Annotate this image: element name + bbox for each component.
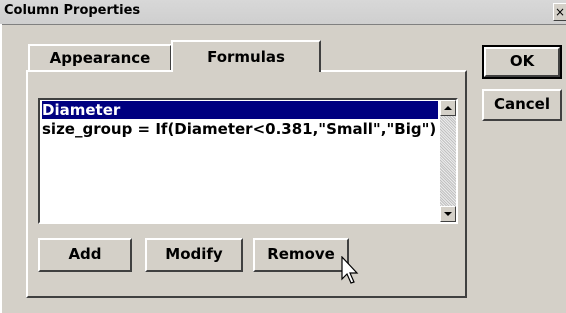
cancel-button-label: Cancel xyxy=(493,95,550,113)
add-button[interactable]: Add xyxy=(38,238,132,272)
tab-formulas-label: Formulas xyxy=(207,48,285,66)
remove-button[interactable]: Remove xyxy=(253,238,349,272)
title-bar[interactable]: Column Properties × xyxy=(0,0,566,25)
arrow-down-icon[interactable] xyxy=(440,206,456,222)
ok-button-label: OK xyxy=(509,52,535,70)
close-icon[interactable]: × xyxy=(553,3,566,21)
tab-appearance-label: Appearance xyxy=(49,49,151,67)
ok-button[interactable]: OK xyxy=(482,45,562,79)
cancel-button[interactable]: Cancel xyxy=(482,89,562,121)
tab-appearance[interactable]: Appearance xyxy=(28,44,172,70)
window-left-edge xyxy=(0,24,2,313)
tab-formulas[interactable]: Formulas xyxy=(171,40,321,72)
mouse-pointer-icon xyxy=(341,256,359,284)
remove-button-label: Remove xyxy=(267,245,335,263)
arrow-up-icon[interactable] xyxy=(440,100,456,116)
modify-button-label: Modify xyxy=(165,245,223,263)
scrollbar-track[interactable] xyxy=(440,116,456,206)
modify-button[interactable]: Modify xyxy=(145,238,243,272)
list-item[interactable]: size_group = If(Diameter<0.381,"Small","… xyxy=(42,120,436,138)
list-item[interactable]: Diameter xyxy=(42,101,438,119)
list-item-text: Diameter xyxy=(42,101,121,119)
list-item-text: size_group = If(Diameter<0.381,"Small","… xyxy=(42,120,437,138)
vertical-scrollbar[interactable] xyxy=(440,100,456,222)
formula-list[interactable]: Diameter size_group = If(Diameter<0.381,… xyxy=(38,98,458,224)
add-button-label: Add xyxy=(68,245,102,263)
window-title: Column Properties xyxy=(4,3,141,18)
